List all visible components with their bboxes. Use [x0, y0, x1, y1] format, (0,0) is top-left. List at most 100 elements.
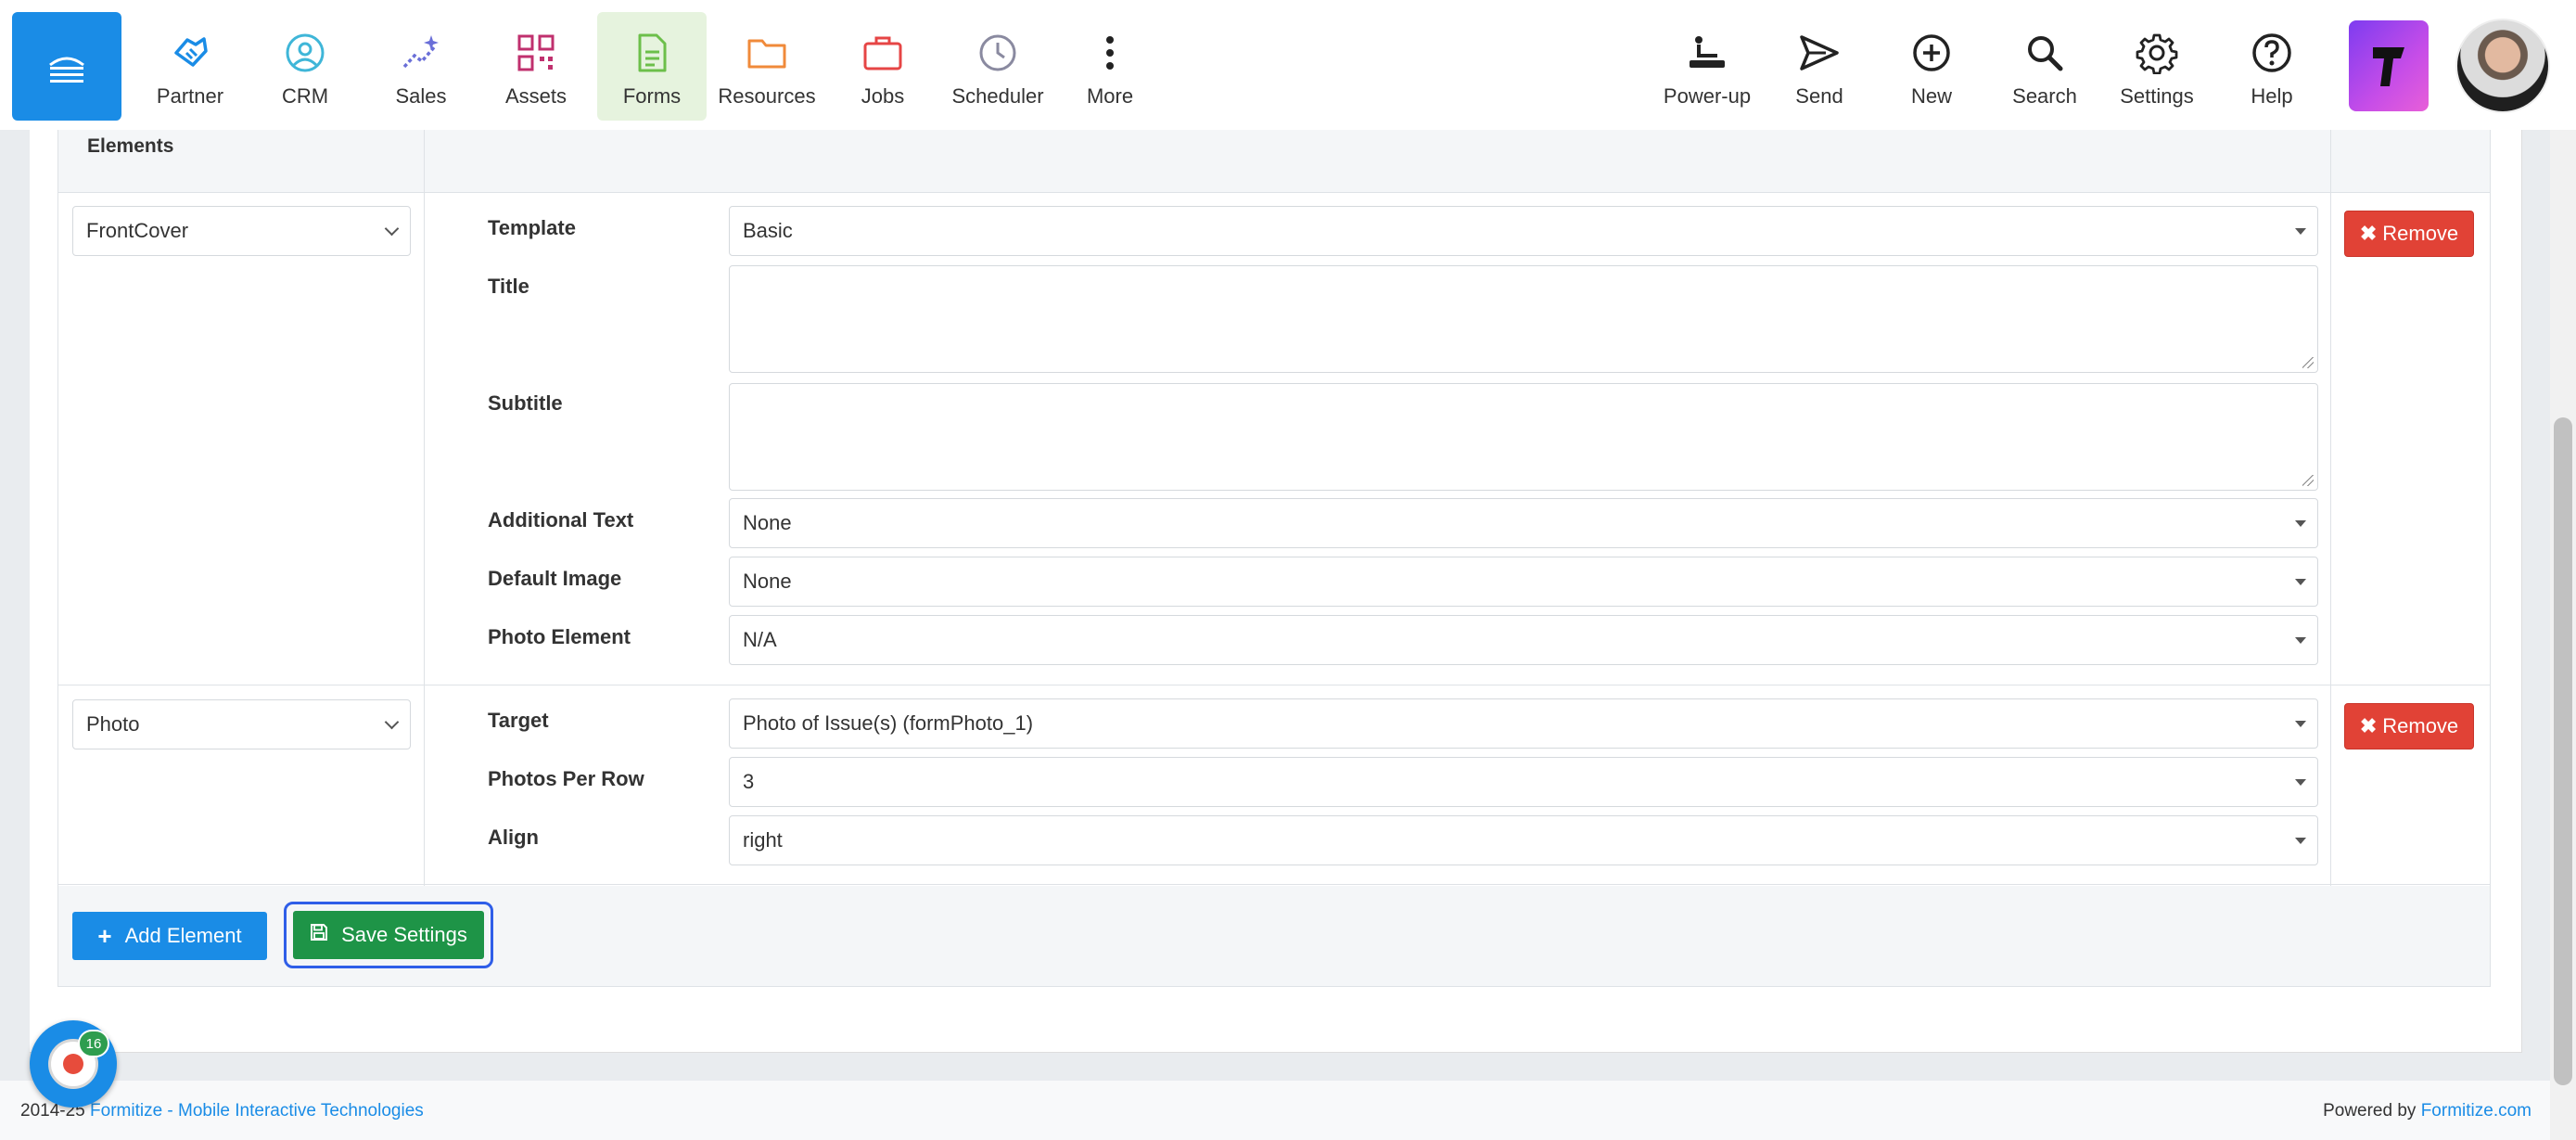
save-settings-button[interactable]: Save Settings [293, 911, 484, 959]
home-logo[interactable] [12, 12, 121, 121]
align-label: Align [488, 826, 539, 849]
nav-crm[interactable]: CRM [250, 12, 360, 121]
power-up-icon [1685, 31, 1729, 75]
photo-element-label: Photo Element [488, 625, 631, 648]
align-select[interactable]: right [729, 815, 2318, 865]
nav-label: Help [2251, 84, 2293, 108]
title-label: Title [488, 275, 529, 298]
close-icon: ✖ [2359, 714, 2378, 737]
nav-label: Forms [622, 84, 682, 108]
nav-new[interactable]: New [1877, 12, 1986, 121]
remove-label: Remove [2382, 714, 2459, 737]
nav-label: More [1086, 84, 1134, 108]
add-element-label: Add Element [124, 924, 242, 947]
resize-handle-icon[interactable] [2302, 357, 2314, 368]
logo-icon [49, 57, 84, 83]
nav-send[interactable]: Send [1765, 12, 1874, 121]
subtitle-label: Subtitle [488, 391, 563, 415]
notification-badge: 16 [78, 1030, 109, 1057]
nav-search[interactable]: Search [1990, 12, 2099, 121]
plus-circle-icon [1909, 31, 1954, 75]
scrollbar-thumb[interactable] [2554, 417, 2572, 1085]
subtitle-textarea[interactable] [729, 383, 2318, 491]
default-image-value: None [743, 570, 792, 593]
nav-label: Send [1795, 84, 1843, 108]
plus-icon: + [97, 921, 112, 950]
chevron-down-icon [384, 221, 400, 237]
footer-company-link[interactable]: Formitize - Mobile Interactive Technolog… [90, 1101, 424, 1121]
photo-element-select[interactable]: N/A [729, 615, 2318, 665]
handshake-icon [168, 31, 212, 75]
save-settings-label: Save Settings [341, 923, 467, 946]
nav-scheduler[interactable]: Scheduler [943, 12, 1052, 121]
t-logo-icon [2373, 47, 2404, 86]
screen-recorder-widget[interactable]: 16 [30, 1020, 117, 1108]
target-select[interactable]: Photo of Issue(s) (formPhoto_1) [729, 698, 2318, 749]
footer-site-link[interactable]: Formitize.com [2421, 1101, 2531, 1121]
footer-powered-by: Powered by Formitize.com [2323, 1101, 2531, 1121]
top-navigation: Partner CRM Sales Assets Forms Resources [0, 0, 2576, 130]
align-value: right [743, 828, 783, 852]
nav-partner[interactable]: Partner [135, 12, 245, 121]
nav-jobs[interactable]: Jobs [828, 12, 937, 121]
caret-down-icon [2295, 520, 2306, 527]
column-divider [424, 130, 425, 886]
resize-handle-icon[interactable] [2302, 475, 2314, 486]
nav-label: Assets [504, 84, 567, 108]
folder-icon [745, 31, 789, 75]
caret-down-icon [2295, 579, 2306, 585]
nav-label: Search [2012, 84, 2077, 108]
caret-down-icon [2295, 228, 2306, 235]
nav-assets[interactable]: Assets [481, 12, 591, 121]
gear-icon [2135, 31, 2179, 75]
briefcase-icon [861, 31, 905, 75]
nav-help[interactable]: Help [2217, 12, 2327, 121]
qr-code-icon [514, 31, 558, 75]
record-icon [63, 1054, 83, 1074]
page-footer: 2014-25 Formitize - Mobile Interactive T… [0, 1081, 2550, 1140]
remove-button[interactable]: ✖ Remove [2344, 211, 2474, 257]
avatar[interactable] [2455, 19, 2550, 113]
nav-more[interactable]: More [1055, 12, 1165, 121]
target-label: Target [488, 709, 549, 732]
caret-down-icon [2295, 637, 2306, 644]
save-icon [310, 923, 328, 947]
sparkle-chart-icon [399, 31, 443, 75]
photo-element-value: N/A [743, 628, 777, 651]
add-element-button[interactable]: + Add Element [72, 912, 267, 960]
nav-forms[interactable]: Forms [597, 12, 707, 121]
nav-label: Power-up [1663, 84, 1752, 108]
nav-label: Resources [718, 84, 816, 108]
title-textarea[interactable] [729, 265, 2318, 373]
app-switcher-logo[interactable] [2349, 20, 2429, 111]
remove-label: Remove [2382, 222, 2459, 245]
search-icon [2022, 31, 2067, 75]
nav-label: Scheduler [951, 84, 1044, 108]
nav-power-up[interactable]: Power-up [1652, 12, 1762, 121]
caret-down-icon [2295, 721, 2306, 727]
default-image-select[interactable]: None [729, 557, 2318, 607]
nav-sales[interactable]: Sales [366, 12, 476, 121]
chevron-down-icon [384, 714, 400, 730]
column-divider [2330, 130, 2331, 886]
send-icon [1797, 31, 1842, 75]
elements-header: Elements [87, 135, 174, 157]
more-vertical-icon [1088, 31, 1132, 75]
user-circle-icon [283, 31, 327, 75]
element-type-value: FrontCover [86, 219, 189, 242]
photos-per-row-select[interactable]: 3 [729, 757, 2318, 807]
template-value: Basic [743, 219, 793, 242]
default-image-label: Default Image [488, 567, 622, 590]
template-select[interactable]: Basic [729, 206, 2318, 256]
nav-label: CRM [281, 84, 329, 108]
additional-text-select[interactable]: None [729, 498, 2318, 548]
nav-resources[interactable]: Resources [712, 12, 822, 121]
remove-button[interactable]: ✖ Remove [2344, 703, 2474, 749]
nav-label: Sales [395, 84, 447, 108]
help-circle-icon [2250, 31, 2294, 75]
photos-per-row-label: Photos Per Row [488, 767, 644, 790]
nav-settings[interactable]: Settings [2102, 12, 2212, 121]
document-icon [630, 31, 674, 75]
element-type-select[interactable]: FrontCover [72, 206, 411, 256]
element-type-select[interactable]: Photo [72, 699, 411, 749]
